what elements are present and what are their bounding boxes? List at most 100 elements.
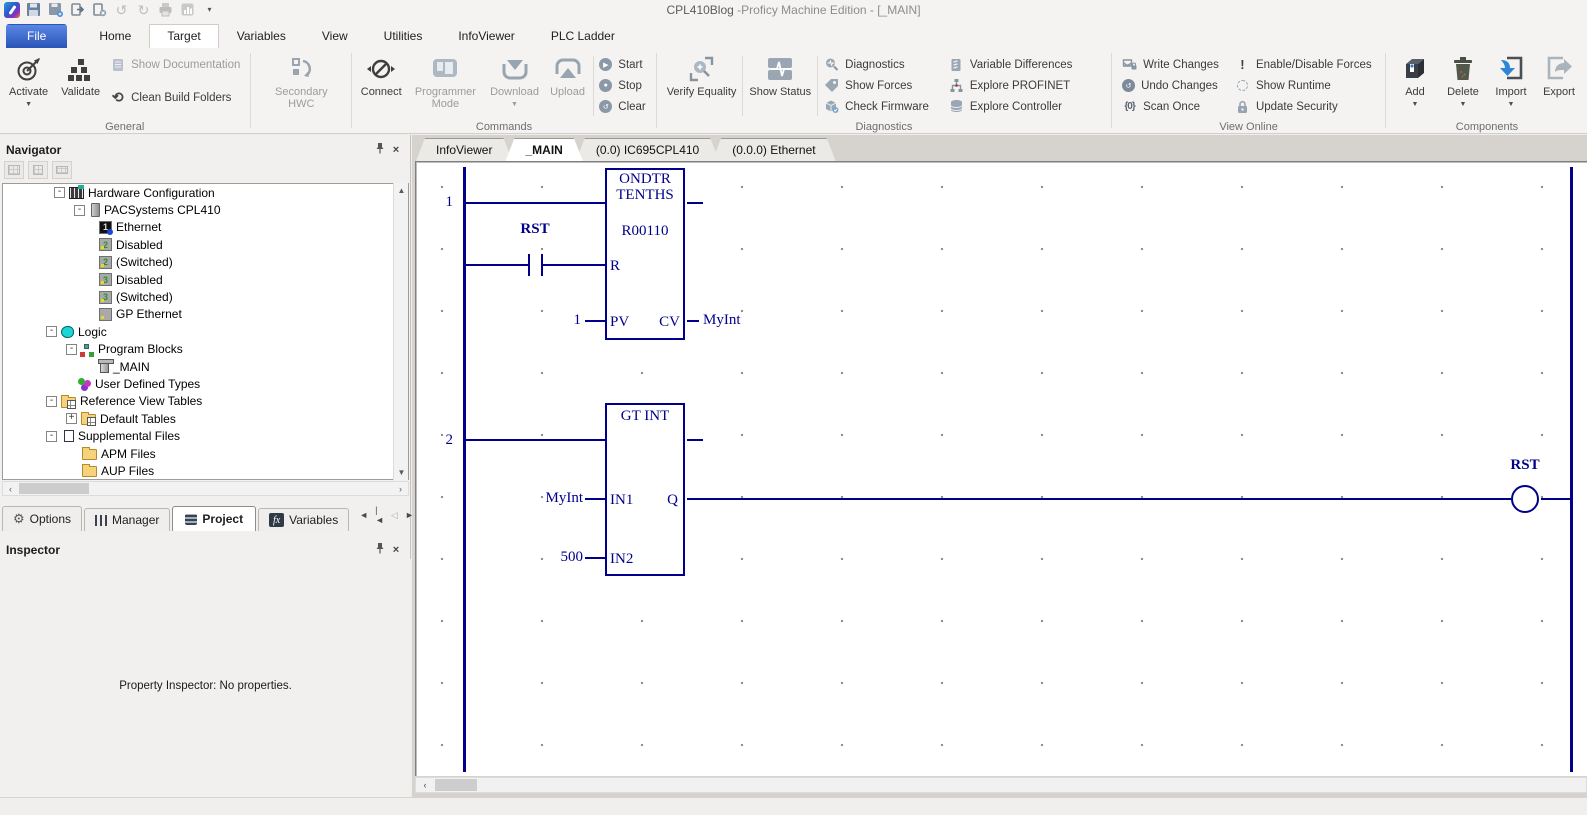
activate-dropdown[interactable]: ▼ xyxy=(25,99,32,111)
validate-button[interactable]: Validate xyxy=(56,51,105,98)
stop-button[interactable]: ● Stop xyxy=(594,75,650,96)
close-icon[interactable]: × xyxy=(388,144,404,156)
tab-utilities[interactable]: Utilities xyxy=(366,24,441,48)
tab-plc-ladder[interactable]: PLC Ladder xyxy=(533,24,633,48)
explore-profinet-button[interactable]: Explore PROFINET xyxy=(944,75,1078,96)
update-security-button[interactable]: Update Security xyxy=(1230,96,1377,117)
collapse-toggle[interactable]: - xyxy=(46,395,57,407)
add-button[interactable]: Add ▼ xyxy=(1391,51,1439,111)
collapse-toggle[interactable]: - xyxy=(66,343,77,355)
tree-vertical-scrollbar[interactable]: ▲ ▼ xyxy=(393,183,408,480)
slot1-ethernet-icon: 1 xyxy=(99,220,113,235)
tree-item-main[interactable]: _MAIN xyxy=(3,357,408,376)
tab-ethernet-doc[interactable]: (0.0.0) Ethernet xyxy=(712,138,835,161)
write-changes-button[interactable]: Write Changes xyxy=(1117,54,1224,75)
tree-item-ethernet[interactable]: 1 Ethernet xyxy=(3,218,408,237)
enable-disable-forces-button[interactable]: ! Enable/Disable Forces xyxy=(1230,54,1377,75)
scan-once-button[interactable]: {0} Scan Once xyxy=(1117,96,1224,117)
variable-differences-button[interactable]: Variable Differences xyxy=(944,54,1078,75)
add-dropdown[interactable]: ▼ xyxy=(1412,99,1419,111)
rung2-in2-operand[interactable]: 500 xyxy=(553,549,584,565)
diagnostics-button[interactable]: Diagnostics xyxy=(819,54,934,75)
tab-target[interactable]: Target xyxy=(149,24,219,48)
tree-item-supplemental-files[interactable]: - Supplemental Files xyxy=(3,427,408,445)
tree-item-default-tables[interactable]: + Default Tables xyxy=(3,410,408,428)
coil-rst[interactable] xyxy=(1511,485,1539,513)
clean-build-folders-button[interactable]: ⟲ Clean Build Folders xyxy=(105,87,245,108)
tab-manager[interactable]: Manager xyxy=(84,508,171,531)
gt-int-function-block[interactable]: GT INT IN1 Q IN2 xyxy=(605,403,685,576)
tab-options[interactable]: ⚙ Options xyxy=(2,506,83,531)
collapse-toggle[interactable]: - xyxy=(46,326,57,338)
verify-equality-button[interactable]: Verify Equality xyxy=(662,51,742,98)
undo-changes-button[interactable]: ↺ Undo Changes xyxy=(1117,75,1224,96)
connect-button[interactable]: Connect xyxy=(357,51,405,98)
scroll-left-arrow[interactable]: ‹ xyxy=(418,779,432,791)
expand-toggle[interactable]: + xyxy=(66,413,77,425)
scroll-down-arrow[interactable]: ▼ xyxy=(394,465,409,480)
tree-item-apm-files[interactable]: APM Files xyxy=(3,444,408,463)
explore-controller-button[interactable]: Explore Controller xyxy=(944,96,1078,117)
tree-item-disabled-2[interactable]: 2 Disabled xyxy=(3,236,408,254)
tab-variables[interactable]: Variables xyxy=(219,24,304,48)
scroll-left-arrow[interactable]: ‹ xyxy=(3,482,18,495)
rung1-number[interactable]: 1 xyxy=(433,194,454,210)
activate-button[interactable]: Activate ▼ xyxy=(4,51,53,111)
close-icon[interactable]: × xyxy=(388,544,404,556)
collapse-toggle[interactable]: - xyxy=(46,430,57,442)
pin-icon[interactable] xyxy=(372,142,388,157)
scroll-up-arrow[interactable]: ▲ xyxy=(394,183,409,198)
tab-home[interactable]: Home xyxy=(81,24,149,48)
rung2-number[interactable]: 2 xyxy=(433,432,454,448)
tab-project[interactable]: Project xyxy=(172,506,257,531)
scroll-thumb[interactable] xyxy=(19,483,89,494)
tab-variables[interactable]: fx Variables xyxy=(258,508,350,531)
tree-item-pacsystems-cpl410[interactable]: - PACSystems CPL410 xyxy=(3,201,408,219)
delete-button[interactable]: Delete ▼ xyxy=(1439,51,1487,111)
scroll-thumb[interactable] xyxy=(435,779,477,791)
tab-main-doc[interactable]: _MAIN xyxy=(505,138,582,161)
clear-button[interactable]: ↺ Clear xyxy=(594,96,650,117)
show-forces-button[interactable]: Show Forces xyxy=(819,75,934,96)
ladder-editor-canvas[interactable]: 1 RST ONDTR TENTHS R00110 R PV CV 1 MyIn… xyxy=(415,161,1587,776)
window-title: CPL410Blog -Proficy Machine Edition - [_… xyxy=(666,3,921,17)
tab-infoviewer[interactable]: InfoViewer xyxy=(440,24,532,48)
tree-item-hardware-configuration[interactable]: - Hardware Configuration xyxy=(3,184,408,202)
import-button[interactable]: Import ▼ xyxy=(1487,51,1535,111)
tree-item-disabled-3[interactable]: 3 Disabled xyxy=(3,270,408,289)
editor-horizontal-scrollbar[interactable]: ‹ xyxy=(415,777,1587,793)
rung1-pv-operand[interactable]: 1 xyxy=(561,312,582,328)
tab-ic695cpl410-doc[interactable]: (0.0) IC695CPL410 xyxy=(576,138,719,161)
ondtr-function-block[interactable]: ONDTR TENTHS R00110 R PV CV xyxy=(605,168,685,340)
first-tab-icon[interactable]: ◄ xyxy=(359,510,368,520)
tab-file[interactable]: File xyxy=(6,24,68,48)
start-button[interactable]: ▶ Start xyxy=(594,54,650,75)
tree-horizontal-scrollbar[interactable]: ‹ › xyxy=(2,481,409,496)
import-dropdown[interactable]: ▼ xyxy=(1508,99,1515,111)
collapse-toggle[interactable]: - xyxy=(74,204,85,216)
tab-view[interactable]: View xyxy=(304,24,366,48)
rung2-in1-operand[interactable]: MyInt xyxy=(533,490,584,506)
tree-item-switched-3[interactable]: 3 (Switched) xyxy=(3,288,408,306)
scroll-right-arrow[interactable]: › xyxy=(393,482,408,495)
tree-item-reference-view-tables[interactable]: - Reference View Tables xyxy=(3,392,408,411)
show-status-button[interactable]: Show Status xyxy=(744,51,816,98)
tab-infoviewer-doc[interactable]: InfoViewer xyxy=(416,138,512,161)
show-runtime-button[interactable]: Show Runtime xyxy=(1230,75,1377,96)
prev-group-icon[interactable]: |◄ xyxy=(375,505,384,525)
tree-item-gp-ethernet[interactable]: · GP Ethernet xyxy=(3,305,408,324)
trash-icon xyxy=(1451,54,1475,84)
tree-item-user-defined-types[interactable]: User Defined Types xyxy=(3,375,408,393)
tree-item-switched-2[interactable]: 2 (Switched) xyxy=(3,253,408,271)
pin-icon[interactable] xyxy=(372,542,388,557)
collapse-toggle[interactable]: - xyxy=(54,187,65,199)
export-button[interactable]: Export xyxy=(1535,51,1583,98)
delete-dropdown[interactable]: ▼ xyxy=(1460,99,1467,111)
prev-tab-icon[interactable]: ◁ xyxy=(391,510,398,521)
check-firmware-button[interactable]: Check Firmware xyxy=(819,96,934,117)
tree-item-aup-files[interactable]: AUP Files xyxy=(3,462,408,479)
contact-rst[interactable] xyxy=(528,254,530,276)
tree-item-program-blocks[interactable]: - Program Blocks xyxy=(3,340,408,358)
tree-item-logic[interactable]: - Logic xyxy=(3,323,408,341)
rung1-cv-operand[interactable]: MyInt xyxy=(703,312,741,328)
